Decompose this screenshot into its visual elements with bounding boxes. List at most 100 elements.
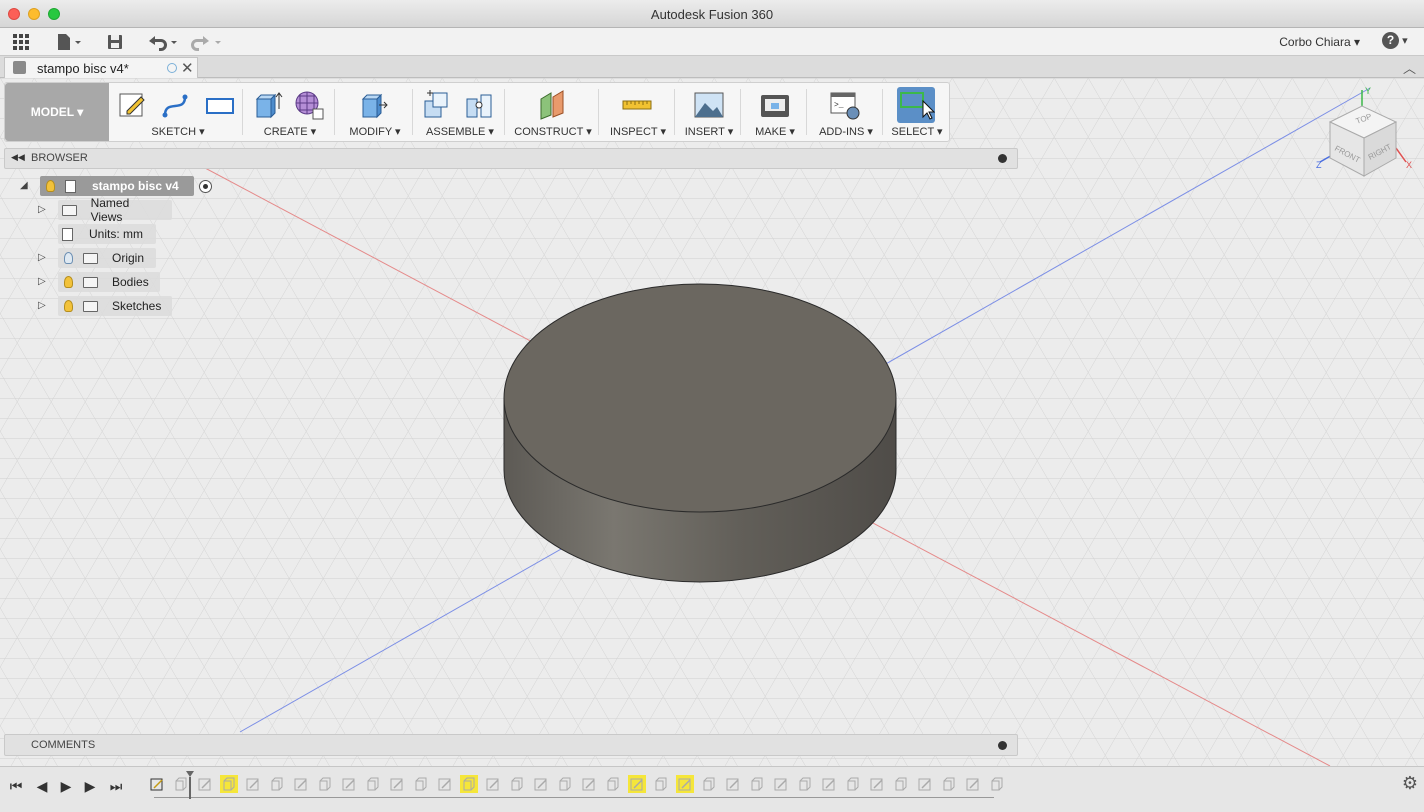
browser-item-bodies[interactable]: Bodies [58,272,160,292]
make-group[interactable]: MAKE ▾ [743,83,807,141]
redo-icon[interactable] [188,32,224,52]
inspect-group[interactable]: INSPECT ▾ [601,83,675,141]
file-menu-icon[interactable] [54,32,84,52]
view-cube[interactable]: TOP FRONT RIGHT Y Z X [1310,84,1420,184]
extrude-icon[interactable] [364,775,382,793]
workspace-switcher[interactable]: MODEL ▾ [5,83,109,141]
sketch-icon[interactable] [772,775,790,793]
press-pull-icon[interactable] [357,89,389,121]
sketch-icon[interactable] [724,775,742,793]
user-account-menu[interactable]: Corbo Chiara ▾ [1279,35,1360,49]
activate-component-icon[interactable] [199,180,212,193]
play-icon[interactable]: ▶︎ [56,777,76,795]
extrude-icon[interactable] [556,775,574,793]
browser-panel-header[interactable]: ◀◀ BROWSER [4,148,1018,169]
extrude-icon[interactable] [892,775,910,793]
extrude-icon[interactable] [604,775,622,793]
document-tab[interactable]: stampo bisc v4* ✕ [4,57,198,78]
extrude-icon[interactable] [172,775,190,793]
browser-item-sketches[interactable]: Sketches [58,296,172,316]
save-icon[interactable] [104,32,126,52]
data-panel-grid-icon[interactable] [10,32,32,52]
sketch-icon[interactable] [340,775,358,793]
close-icon[interactable]: ✕ [181,59,194,77]
undo-icon[interactable] [144,32,180,52]
sketch-icon[interactable] [532,775,550,793]
go-to-start-icon[interactable]: ⏮ [6,777,26,795]
extrude-icon[interactable] [508,775,526,793]
collapse-panel-icon[interactable]: ◀◀ [11,152,25,163]
gear-icon[interactable]: ⚙ [1402,773,1418,794]
extrude-icon[interactable] [268,775,286,793]
minimize-panel-icon[interactable] [998,154,1007,163]
assemble-group[interactable]: ASSEMBLE ▾ [415,83,505,141]
browser-root-node[interactable]: stampo bisc v4 [40,176,194,196]
sketch-icon[interactable] [148,775,166,793]
create-sketch-icon[interactable] [117,89,149,121]
extrude-icon[interactable] [412,775,430,793]
select-group[interactable]: SELECT ▾ [885,83,949,141]
extrude-icon[interactable] [796,775,814,793]
sketch-icon[interactable] [580,775,598,793]
step-back-icon[interactable]: ◀︎ [32,777,52,795]
extrude-icon[interactable] [844,775,862,793]
timeline-track[interactable] [144,767,1004,812]
sketch-icon[interactable] [820,775,838,793]
construct-group[interactable]: CONSTRUCT ▾ [507,83,599,141]
visibility-bulb-icon[interactable] [64,300,73,312]
extrude-icon[interactable] [316,775,334,793]
measure-icon[interactable] [621,89,653,121]
select-icon[interactable] [897,87,935,123]
sketch-icon[interactable] [628,775,646,793]
visibility-bulb-icon[interactable] [64,252,73,264]
scripts-addins-icon[interactable]: >_ [829,89,861,121]
sketch-icon[interactable] [676,775,694,793]
sketch-icon[interactable] [292,775,310,793]
extrude-icon[interactable] [652,775,670,793]
sketch-icon[interactable] [868,775,886,793]
extrude-icon[interactable] [251,89,283,121]
extrude-icon[interactable] [940,775,958,793]
3d-viewport[interactable] [0,78,1424,766]
visibility-bulb-icon[interactable] [64,276,73,288]
browser-item-origin[interactable]: Origin [58,248,156,268]
help-menu[interactable]: ? ▾ [1382,32,1412,52]
sketch-icon[interactable] [244,775,262,793]
extrude-icon[interactable] [700,775,718,793]
comments-panel-header[interactable]: COMMENTS [4,734,1018,756]
insert-image-icon[interactable] [693,89,725,121]
sketch-icon[interactable] [388,775,406,793]
line-sketch-icon[interactable] [159,89,191,121]
form-mesh-icon[interactable] [293,89,325,121]
add-ins-group[interactable]: >_ ADD-INS ▾ [809,83,883,141]
3d-print-icon[interactable] [759,89,791,121]
sketch-icon[interactable] [196,775,214,793]
add-comment-icon[interactable] [998,741,1007,750]
sketch-icon[interactable] [916,775,934,793]
expand-icon[interactable]: ▷ [38,300,46,311]
extrude-icon[interactable] [220,775,238,793]
visibility-bulb-icon[interactable] [46,180,55,192]
go-to-end-icon[interactable]: ⏭ [106,777,126,795]
modify-group[interactable]: MODIFY ▾ [337,83,413,141]
extrude-icon[interactable] [460,775,478,793]
browser-item-units[interactable]: Units: mm [58,224,156,244]
insert-group[interactable]: INSERT ▾ [677,83,741,141]
step-forward-icon[interactable]: ▶︎ [80,777,100,795]
expand-icon[interactable]: ▷ [38,204,46,215]
create-group[interactable]: CREATE ▾ [245,83,335,141]
rectangle-sketch-icon[interactable] [203,89,235,121]
extrude-icon[interactable] [748,775,766,793]
sketch-group[interactable]: SKETCH ▾ [113,83,243,141]
sketch-icon[interactable] [964,775,982,793]
joint-icon[interactable] [463,89,495,121]
sketch-icon[interactable] [484,775,502,793]
expand-icon[interactable]: ▷ [38,276,46,287]
offset-plane-icon[interactable] [537,89,569,121]
chevron-up-icon[interactable]: ︿ [1403,58,1416,77]
browser-item-named-views[interactable]: Named Views [58,196,172,224]
extrude-icon[interactable] [988,775,1006,793]
expand-icon[interactable]: ▷ [38,252,46,263]
sketch-icon[interactable] [436,775,454,793]
new-component-icon[interactable] [421,89,453,121]
